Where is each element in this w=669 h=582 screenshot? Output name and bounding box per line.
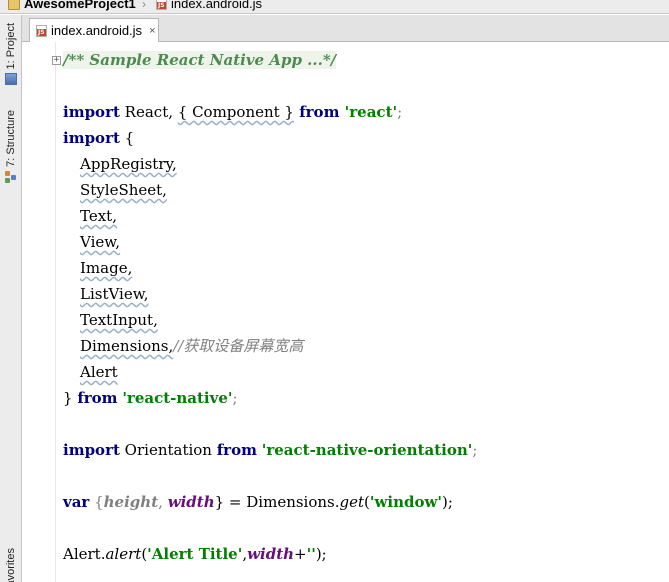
line-comment: //获取设备屏幕宽高 — [173, 337, 304, 355]
string-literal: '' — [306, 545, 316, 563]
breadcrumb-project-label: AwesomeProject1 — [24, 0, 136, 11]
function-call: get — [339, 493, 365, 511]
code-line: ListView, — [63, 281, 669, 307]
code-text: TextInput, — [80, 311, 158, 329]
keyword: var — [63, 493, 90, 511]
code-line: StyleSheet, — [63, 177, 669, 203]
code-text: Alert. — [63, 545, 106, 563]
string-literal: 'react-native' — [122, 389, 233, 407]
code-line: /** Sample React Native App ...*/ — [63, 47, 669, 73]
code-line: Alert — [63, 359, 669, 385]
code-text: + — [294, 545, 307, 563]
code-text: { — [119, 129, 135, 147]
code-line: import React, { Component } from 'react'… — [63, 99, 669, 125]
code-text: Alert — [80, 363, 118, 381]
keyword: from — [293, 103, 345, 121]
breadcrumb-file-label: index.android.js — [171, 0, 263, 11]
navigation-breadcrumb: AwesomeProject1 › JS index.android.js — [0, 0, 669, 14]
editor-tab-label: index.android.js — [51, 23, 143, 38]
code-text: Dimensions, — [80, 337, 174, 355]
close-icon[interactable]: × — [149, 25, 155, 37]
code-line: } from 'react-native'; — [63, 385, 669, 411]
code-text: StyleSheet, — [80, 181, 167, 199]
keyword: from — [216, 441, 257, 459]
code-line: var {height, width} = Dimensions.get('wi… — [63, 489, 669, 515]
folder-icon — [8, 0, 20, 10]
code-line: TextInput, — [63, 307, 669, 333]
code-text: Text, — [80, 207, 117, 225]
tool-tab-structure-label: 7: Structure — [5, 110, 17, 167]
string-literal: 'Alert Title' — [147, 545, 243, 563]
variable: height — [103, 493, 159, 511]
editor-gutter: + — [22, 42, 61, 582]
code-text: { — [89, 493, 104, 511]
js-file-icon: JS — [36, 24, 47, 37]
tool-tab-favorites-label: Favorites — [5, 548, 17, 582]
code-line: View, — [63, 229, 669, 255]
doc-comment[interactable]: /** Sample React Native App ...*/ — [63, 51, 337, 69]
breadcrumb-file[interactable]: JS index.android.js — [156, 0, 262, 13]
function-call: alert — [105, 545, 142, 563]
editor-tab-bar: JS index.android.js × — [22, 15, 669, 42]
code-line: Dimensions,//获取设备屏幕宽高 — [63, 333, 669, 359]
variable: width — [247, 545, 295, 563]
structure-icon — [5, 170, 17, 183]
code-text: , — [158, 493, 168, 511]
code-text: React, — [119, 103, 178, 121]
code-text: ; — [232, 389, 238, 407]
string-literal: 'react' — [344, 103, 398, 121]
code-line: Image, — [63, 255, 669, 281]
code-text: ); — [442, 493, 453, 511]
code-text: Image, — [80, 259, 133, 277]
tool-tab-favorites[interactable]: Favorites — [2, 548, 20, 582]
code-line: AppRegistry, — [63, 151, 669, 177]
code-text: ; — [472, 441, 478, 459]
keyword: import — [63, 129, 120, 147]
editor-tab-index-android[interactable]: JS index.android.js × — [29, 18, 159, 42]
keyword: import — [63, 441, 120, 459]
fold-expand-icon[interactable]: + — [52, 56, 61, 65]
code-line: import Orientation from 'react-native-or… — [63, 437, 669, 463]
code-line: import { — [63, 125, 669, 151]
code-text: Orientation — [119, 441, 217, 459]
code-text: ; — [397, 103, 403, 121]
breadcrumb-project[interactable]: AwesomeProject1 — [8, 0, 136, 13]
breadcrumb-separator-icon: › — [142, 0, 146, 11]
variable: width — [167, 493, 215, 511]
code-line: Alert.alert('Alert Title',width+''); — [63, 541, 669, 567]
code-text: } — [63, 389, 78, 407]
code-text: AppRegistry, — [80, 155, 177, 173]
code-text: ListView, — [80, 285, 149, 303]
code-text: } = Dimensions. — [214, 493, 340, 511]
keyword: from — [77, 389, 118, 407]
js-file-icon: JS — [156, 0, 167, 10]
code-editor[interactable]: /** Sample React Native App ...*/ import… — [63, 47, 669, 582]
tool-tab-project[interactable]: 1: Project — [2, 23, 20, 86]
string-literal: 'react-native-orientation' — [261, 441, 473, 459]
code-text: { Component } — [177, 103, 294, 121]
keyword: import — [63, 103, 120, 121]
code-text: View, — [80, 233, 121, 251]
tool-tab-structure[interactable]: 7: Structure — [2, 110, 20, 183]
string-literal: 'window' — [369, 493, 442, 511]
tool-tab-project-label: 1: Project — [5, 23, 17, 70]
code-line: Text, — [63, 203, 669, 229]
code-text: ); — [315, 545, 327, 563]
project-icon — [5, 73, 17, 86]
tool-window-strip: 1: Project 7: Structure Favorites — [0, 15, 22, 582]
